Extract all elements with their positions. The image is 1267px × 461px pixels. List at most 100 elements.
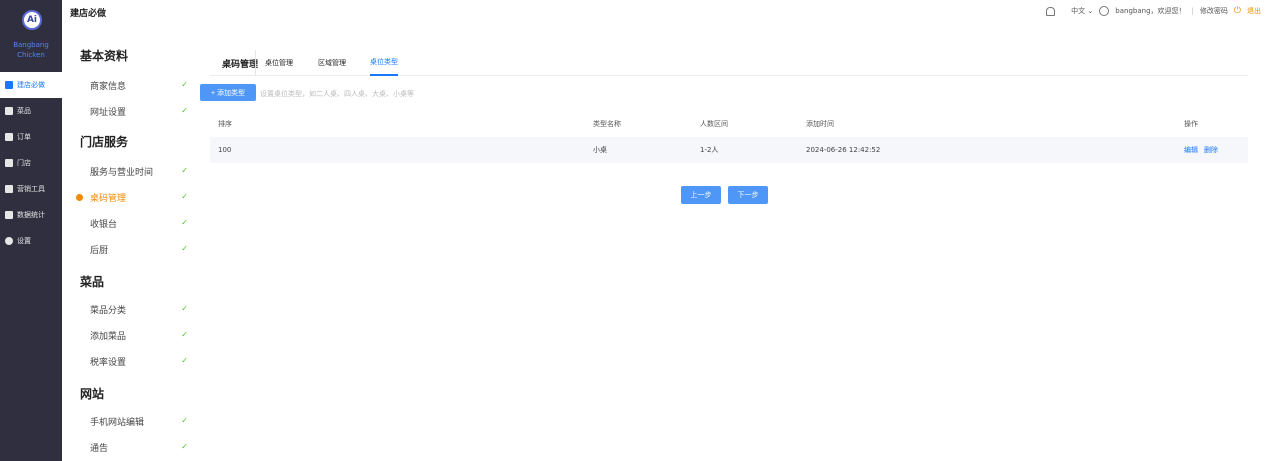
nav-item-stats[interactable]: 数据统计 — [0, 202, 62, 228]
cell-added-time: 2024-06-26 12:42:52 — [806, 146, 881, 154]
setup-item-label: 添加菜品 — [90, 331, 127, 342]
nav-label: 菜品 — [17, 107, 31, 115]
next-step-button[interactable]: 下一步 — [728, 186, 768, 204]
setup-item-tax-settings[interactable]: 税率设置 ✓ — [62, 348, 192, 374]
cell-people-range: 1-2人 — [700, 146, 719, 154]
nav-label: 数据统计 — [17, 211, 45, 219]
tab-bar: 桌码管理 桌位管理 区域管理 桌位类型 — [210, 50, 1248, 76]
tab-area-management[interactable]: 区域管理 — [318, 50, 346, 76]
hint-text: 设置桌位类型，如二人桌、四人桌、大桌、小桌等 — [260, 90, 414, 98]
setup-item-label: 网址设置 — [90, 107, 127, 118]
nav-label: 订单 — [17, 133, 31, 141]
nav-label: 营销工具 — [17, 185, 45, 193]
brand-line-1: Bangbang — [13, 41, 49, 49]
nav-item-orders[interactable]: 订单 — [0, 124, 62, 150]
utensils-icon — [5, 133, 13, 141]
nav-label: 建店必做 — [17, 81, 45, 89]
col-added-time: 添加时间 — [806, 120, 834, 128]
section-title: 基本资料 — [80, 49, 129, 63]
col-order: 排序 — [218, 120, 232, 128]
check-icon: ✓ — [181, 166, 188, 175]
top-right-actions: 中文 ⌄ bangbang，欢迎您！ | 修改密码 ⏻ 退出 — [1046, 6, 1261, 16]
check-icon: ✓ — [181, 106, 188, 115]
col-type-name: 类型名称 — [593, 120, 621, 128]
thumb-up-icon — [5, 185, 13, 193]
delete-link[interactable]: 删除 — [1204, 145, 1218, 155]
nav-item-marketing[interactable]: 营销工具 — [0, 176, 62, 202]
brand-line-2: Chicken — [17, 51, 45, 59]
setup-item-label: 商家信息 — [90, 81, 127, 92]
language-label: 中文 — [1071, 7, 1086, 15]
section-title: 菜品 — [80, 275, 105, 289]
nav-item-settings[interactable]: 设置 — [0, 228, 62, 254]
change-password-link[interactable]: 修改密码 — [1200, 6, 1228, 16]
prev-step-button[interactable]: 上一步 — [681, 186, 721, 204]
setup-item-url-settings[interactable]: 网址设置 ✓ — [62, 98, 192, 124]
tab-table-code[interactable]: 桌码管理 — [222, 50, 258, 76]
section-title: 网站 — [80, 387, 105, 401]
tab-divider — [255, 50, 256, 76]
dish-icon — [5, 107, 13, 115]
check-icon: ✓ — [181, 192, 188, 201]
store-icon — [5, 159, 13, 167]
logout-link[interactable]: 退出 — [1247, 6, 1261, 16]
top-bar: 建店必做 中文 ⌄ bangbang，欢迎您！ | 修改密码 ⏻ 退出 — [62, 0, 1267, 24]
edit-link[interactable]: 编辑 — [1184, 145, 1198, 155]
setup-item-label: 通告 — [90, 443, 109, 454]
edit-icon — [5, 81, 13, 89]
check-icon: ✓ — [181, 244, 188, 253]
bell-icon[interactable] — [1046, 6, 1056, 16]
tab-table-type[interactable]: 桌位类型 — [370, 50, 398, 76]
check-icon: ✓ — [181, 416, 188, 425]
setup-item-label: 收银台 — [90, 219, 118, 230]
setup-item-label: 税率设置 — [90, 357, 127, 368]
setup-item-kitchen[interactable]: 后厨 ✓ — [62, 236, 192, 262]
cell-type-name: 小桌 — [593, 146, 607, 154]
gear-icon — [5, 237, 13, 245]
nav-label: 门店 — [17, 159, 31, 167]
setup-item-add-dish[interactable]: 添加菜品 ✓ — [62, 322, 192, 348]
power-icon: ⏻ — [1233, 6, 1241, 16]
setup-item-service-hours[interactable]: 服务与营业时间 ✓ — [62, 158, 192, 184]
separator: | — [1191, 7, 1194, 15]
check-icon: ✓ — [181, 330, 188, 339]
nav-label: 设置 — [17, 237, 31, 245]
nav-item-setup[interactable]: 建店必做 — [0, 72, 62, 98]
col-people-range: 人数区间 — [700, 120, 728, 128]
table-header: 排序 类型名称 人数区间 添加时间 操作 — [210, 114, 1248, 134]
col-actions: 操作 — [1184, 120, 1198, 128]
tab-table-management[interactable]: 桌位管理 — [265, 50, 293, 76]
setup-item-merchant-info[interactable]: 商家信息 ✓ — [62, 72, 192, 98]
language-select[interactable]: 中文 ⌄ — [1071, 6, 1093, 16]
setup-item-label: 菜品分类 — [90, 305, 127, 316]
setup-item-dish-category[interactable]: 菜品分类 ✓ — [62, 296, 192, 322]
page-title: 建店必做 — [70, 9, 107, 19]
setup-item-announcement[interactable]: 通告 ✓ — [62, 434, 192, 460]
check-icon: ✓ — [181, 80, 188, 89]
check-icon: ✓ — [181, 442, 188, 451]
check-icon: ✓ — [181, 304, 188, 313]
user-icon — [1099, 6, 1110, 16]
chart-icon — [5, 211, 13, 219]
setup-item-label: 桌码管理 — [90, 193, 127, 204]
logo[interactable]: Ai — [22, 10, 42, 30]
table-row: 100 小桌 1-2人 2024-06-26 12:42:52 编辑 删除 — [210, 137, 1248, 163]
setup-item-table-code[interactable]: 桌码管理 ✓ — [62, 184, 192, 210]
setup-item-label: 手机网站编辑 — [90, 417, 145, 428]
setup-item-cashier[interactable]: 收银台 ✓ — [62, 210, 192, 236]
setup-item-label: 后厨 — [90, 245, 109, 256]
nav-item-dishes[interactable]: 菜品 — [0, 98, 62, 124]
setup-item-label: 服务与营业时间 — [90, 167, 154, 178]
setup-item-mobile-site[interactable]: 手机网站编辑 ✓ — [62, 408, 192, 434]
add-type-button[interactable]: + 添加类型 — [200, 84, 256, 101]
cell-actions: 编辑 删除 — [1184, 137, 1224, 163]
user-greeting: bangbang，欢迎您！ — [1115, 7, 1186, 15]
brand-name: Bangbang Chicken — [0, 40, 62, 60]
chevron-down-icon: ⌄ — [1087, 7, 1094, 15]
check-icon: ✓ — [181, 218, 188, 227]
nav-item-store[interactable]: 门店 — [0, 150, 62, 176]
cell-order: 100 — [218, 146, 232, 154]
section-title: 门店服务 — [80, 135, 129, 149]
active-dot — [76, 194, 83, 201]
left-nav: Ai Bangbang Chicken 建店必做 菜品 订单 门店 营销工具 数… — [0, 0, 62, 461]
